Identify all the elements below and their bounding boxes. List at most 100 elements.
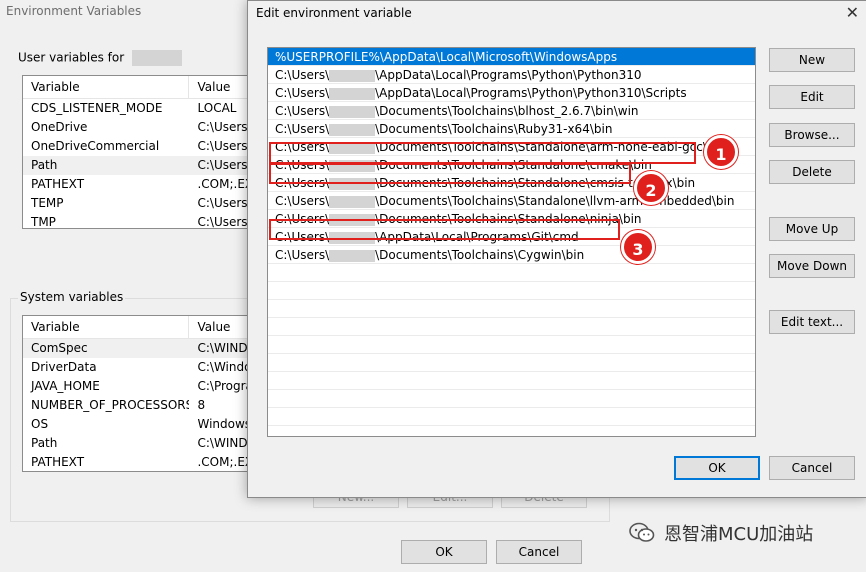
username-redaction bbox=[329, 87, 376, 100]
table-row[interactable]: OS Windows bbox=[23, 415, 249, 434]
path-entries-list[interactable]: %USERPROFILE%\AppData\Local\Microsoft\Wi… bbox=[267, 47, 756, 437]
ok-button[interactable]: OK bbox=[674, 456, 760, 480]
column-header-value[interactable]: Value bbox=[189, 76, 249, 98]
edit-text-button[interactable]: Edit text... bbox=[769, 310, 855, 334]
system-variables-label: System variables bbox=[18, 290, 126, 304]
path-entry[interactable]: C:\Users\ \AppData\Local\Programs\Python\… bbox=[268, 84, 755, 102]
variable-value: C:\Users\ bbox=[197, 196, 249, 210]
table-row[interactable]: JAVA_HOME C:\Progra bbox=[23, 377, 249, 396]
username-redaction bbox=[329, 123, 376, 136]
path-entry[interactable]: %USERPROFILE%\AppData\Local\Microsoft\Wi… bbox=[268, 48, 755, 66]
variable-value: C:\Users\ bbox=[197, 139, 249, 153]
path-entry-prefix: C:\Users\ bbox=[275, 104, 330, 118]
variable-name: Path bbox=[31, 158, 58, 172]
callout-badge-3: 3 bbox=[621, 230, 655, 264]
variable-name: TEMP bbox=[31, 196, 64, 210]
variable-value: C:\WINDO bbox=[197, 436, 249, 450]
variable-value: C:\Users\ bbox=[197, 120, 249, 134]
variable-value: C:\Users\ bbox=[197, 158, 249, 172]
path-entry-prefix: C:\Users\ bbox=[275, 86, 330, 100]
path-entry[interactable]: C:\Users\ \Documents\Toolchains\Standalon… bbox=[268, 192, 755, 210]
path-entry-prefix: %USERPROFILE%\AppData\Local\Microsoft\Wi… bbox=[275, 50, 618, 64]
path-entry-prefix: C:\Users\ bbox=[275, 68, 330, 82]
path-entry-suffix: \AppData\Local\Programs\Python\Python310 bbox=[375, 68, 642, 82]
username-redaction bbox=[329, 69, 376, 82]
table-row[interactable]: DriverData C:\Windo bbox=[23, 358, 249, 377]
window-title: Environment Variables bbox=[6, 4, 142, 18]
empty-row bbox=[268, 318, 755, 336]
variable-value: C:\Users\ bbox=[197, 215, 249, 229]
cancel-button[interactable]: Cancel bbox=[769, 456, 855, 480]
callout-badge-1: 1 bbox=[704, 135, 738, 169]
path-entry-suffix: \Documents\Toolchains\blhost_2.6.7\bin\w… bbox=[375, 104, 639, 118]
variable-value: Windows bbox=[197, 417, 249, 431]
wechat-icon bbox=[628, 522, 656, 544]
close-icon[interactable]: ✕ bbox=[846, 3, 859, 22]
username-redaction bbox=[329, 249, 376, 262]
variable-name: ComSpec bbox=[31, 341, 88, 355]
move-up-button[interactable]: Move Up bbox=[769, 217, 855, 241]
table-row[interactable]: TEMP C:\Users\ bbox=[23, 194, 249, 213]
username-redaction bbox=[131, 50, 182, 66]
dialog-title: Edit environment variable bbox=[256, 6, 412, 20]
empty-row bbox=[268, 264, 755, 282]
table-row[interactable]: TMP C:\Users\ bbox=[23, 213, 249, 229]
callout-box-arm-gcc bbox=[269, 142, 696, 164]
variable-name: Path bbox=[31, 436, 58, 450]
variable-value: C:\Progra bbox=[197, 379, 249, 393]
table-row[interactable]: ComSpec C:\WINDO bbox=[23, 339, 249, 358]
variable-name: OneDrive bbox=[31, 120, 88, 134]
path-entry[interactable]: C:\Users\ \AppData\Local\Programs\Python\… bbox=[268, 66, 755, 84]
move-down-button[interactable]: Move Down bbox=[769, 254, 855, 278]
table-row[interactable]: CDS_LISTENER_MODE LOCAL bbox=[23, 99, 249, 118]
empty-row bbox=[268, 300, 755, 318]
system-variables-list[interactable]: Variable Value ComSpec C:\WINDO DriverData… bbox=[22, 315, 250, 472]
edit-button[interactable]: Edit bbox=[769, 85, 855, 109]
env-ok-button[interactable]: OK bbox=[401, 540, 487, 564]
new-button[interactable]: New bbox=[769, 48, 855, 72]
edit-environment-variable-dialog: Edit environment variable ✕ %USERPROFILE… bbox=[247, 0, 866, 498]
path-entry-suffix: \Documents\Toolchains\Cygwin\bin bbox=[375, 248, 585, 262]
callout-badge-2: 2 bbox=[634, 171, 668, 205]
variable-value: C:\WINDO bbox=[197, 341, 249, 355]
watermark-text: 恩智浦MCU加油站 bbox=[664, 524, 814, 545]
table-row[interactable]: OneDrive C:\Users\ bbox=[23, 118, 249, 137]
path-entry-prefix: C:\Users\ bbox=[275, 122, 330, 136]
variable-name: JAVA_HOME bbox=[31, 379, 100, 393]
variable-value: C:\Windo bbox=[197, 360, 249, 374]
table-row[interactable]: PATHEXT .COM;.EX bbox=[23, 453, 249, 471]
empty-row bbox=[268, 336, 755, 354]
user-variables-label: User variables for bbox=[18, 50, 182, 66]
table-row[interactable]: Path C:\Users\ bbox=[23, 156, 249, 175]
path-entry-suffix: \Documents\Toolchains\Standalone\llvm-ar… bbox=[375, 194, 735, 208]
path-entry-prefix: C:\Users\ bbox=[275, 194, 330, 208]
variable-name: PATHEXT bbox=[31, 177, 85, 191]
env-cancel-button[interactable]: Cancel bbox=[496, 540, 582, 564]
path-entry[interactable]: C:\Users\ \Documents\Toolchains\Cygwin\bi… bbox=[268, 246, 755, 264]
table-row[interactable]: OneDriveCommercial C:\Users\ bbox=[23, 137, 249, 156]
table-row[interactable]: NUMBER_OF_PROCESSORS 8 bbox=[23, 396, 249, 415]
table-row[interactable]: PATHEXT .COM;.EX bbox=[23, 175, 249, 194]
empty-row bbox=[268, 372, 755, 390]
column-header-variable[interactable]: Variable bbox=[23, 76, 190, 98]
user-variables-list[interactable]: Variable Value CDS_LISTENER_MODE LOCAL One… bbox=[22, 75, 250, 229]
variable-name: CDS_LISTENER_MODE bbox=[31, 101, 163, 115]
variable-name: OS bbox=[31, 417, 49, 431]
variable-value: 8 bbox=[197, 398, 206, 412]
callout-box-ninja bbox=[269, 219, 620, 240]
path-entry[interactable]: C:\Users\ \Documents\Toolchains\Ruby31-x6… bbox=[268, 120, 755, 138]
column-header-variable[interactable]: Variable bbox=[23, 316, 190, 338]
variable-name: OneDriveCommercial bbox=[31, 139, 160, 153]
column-header-value[interactable]: Value bbox=[189, 316, 249, 338]
path-entry-prefix: C:\Users\ bbox=[275, 248, 330, 262]
empty-row bbox=[268, 354, 755, 372]
username-redaction bbox=[329, 105, 376, 118]
variable-value: .COM;.EX bbox=[197, 455, 249, 469]
browse-button[interactable]: Browse... bbox=[769, 123, 855, 147]
path-entry-suffix: \Documents\Toolchains\Ruby31-x64\bin bbox=[375, 122, 613, 136]
variable-value: .COM;.EX bbox=[197, 177, 249, 191]
delete-button[interactable]: Delete bbox=[769, 160, 855, 184]
table-row[interactable]: Path C:\WINDO bbox=[23, 434, 249, 453]
path-entry[interactable]: C:\Users\ \Documents\Toolchains\blhost_2.… bbox=[268, 102, 755, 120]
empty-row bbox=[268, 408, 755, 426]
